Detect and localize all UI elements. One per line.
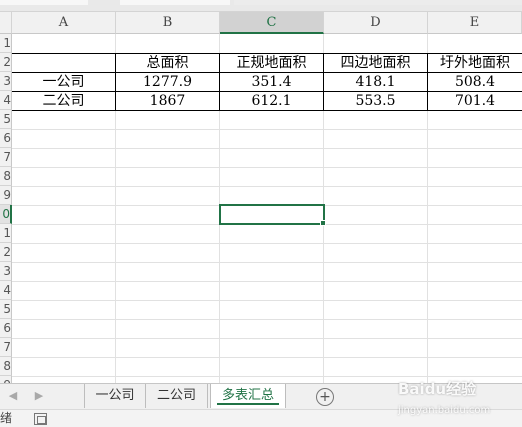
table-cell[interactable]: 一公司	[12, 73, 115, 92]
gridline	[12, 167, 522, 168]
table-header-cell[interactable]: 正规地面积	[220, 54, 323, 73]
table-header-cell[interactable]: 圩外地面积	[428, 54, 522, 73]
select-all-corner[interactable]	[0, 12, 12, 34]
row-header[interactable]: 6	[0, 129, 12, 148]
table-header-cell[interactable]: 总面积	[116, 54, 219, 73]
row-header[interactable]: 6	[0, 319, 12, 338]
row-header[interactable]: 3	[0, 262, 12, 281]
row-header[interactable]: 5	[0, 110, 12, 129]
row-header[interactable]: 8	[0, 167, 12, 186]
gridline	[12, 376, 522, 377]
row-header-selected[interactable]: 0	[0, 205, 12, 224]
active-cell-selection[interactable]	[219, 204, 325, 225]
table-cell[interactable]: 1867	[116, 92, 219, 111]
next-sheet-icon[interactable]: ▶	[32, 388, 46, 404]
gridline	[12, 148, 522, 149]
table-cell[interactable]: 1277.9	[116, 73, 219, 92]
column-header-d[interactable]: D	[324, 12, 428, 34]
sheet-tab-company-2[interactable]: 二公司	[146, 384, 208, 408]
table-cell[interactable]: 612.1	[220, 92, 323, 111]
gridline	[12, 338, 522, 339]
baidu-watermark: Baidu经验 jingyan.baidu.com	[398, 378, 490, 417]
fill-handle[interactable]	[320, 220, 326, 226]
toolbar-strip	[0, 0, 522, 12]
table-header-cell[interactable]: 四边地面积	[324, 54, 427, 73]
prev-sheet-icon[interactable]: ◀	[6, 388, 20, 404]
formula-bar-stub	[234, 0, 522, 5]
table-cell[interactable]: 701.4	[428, 92, 522, 111]
row-header[interactable]: 8	[0, 357, 12, 376]
row-header[interactable]: 3	[0, 72, 12, 91]
row-header[interactable]: 2	[0, 243, 12, 262]
gridline	[12, 357, 522, 358]
table-cell[interactable]: 508.4	[428, 73, 522, 92]
top-tab-stub	[0, 0, 88, 5]
table-header-cell[interactable]	[12, 54, 115, 73]
column-header-e[interactable]: E	[428, 12, 522, 34]
macro-record-icon[interactable]	[34, 413, 47, 425]
row-header[interactable]: 5	[0, 300, 12, 319]
gridline	[12, 243, 522, 244]
add-sheet-icon[interactable]: +	[316, 388, 334, 406]
watermark-text: Baidu经验	[398, 380, 477, 398]
row-header[interactable]: 1	[0, 224, 12, 243]
row-header[interactable]: 1	[0, 34, 12, 53]
gridline	[12, 300, 522, 301]
table-cell[interactable]: 351.4	[220, 73, 323, 92]
row-header[interactable]: 4	[0, 91, 12, 110]
gridline	[12, 281, 522, 282]
row-header[interactable]: 7	[0, 338, 12, 357]
table-cell[interactable]: 二公司	[12, 92, 115, 111]
row-header[interactable]: 9	[0, 186, 12, 205]
gridline	[12, 319, 522, 320]
row-header[interactable]: 7	[0, 148, 12, 167]
gridline	[12, 186, 522, 187]
row-header[interactable]: 4	[0, 281, 12, 300]
top-tab-stub	[120, 0, 230, 5]
column-header-a[interactable]: A	[12, 12, 116, 34]
table-cell[interactable]: 418.1	[324, 73, 427, 92]
column-header-b[interactable]: B	[116, 12, 220, 34]
column-header-c[interactable]: C	[220, 12, 324, 34]
watermark-url: jingyan.baidu.com	[398, 405, 491, 416]
gridline	[12, 129, 522, 130]
sheet-tab-summary[interactable]: 多表汇总	[210, 384, 286, 408]
status-text: 绪	[0, 411, 13, 425]
gridline	[12, 262, 522, 263]
sheet-tab-company-1[interactable]: 一公司	[84, 384, 146, 408]
table-cell[interactable]: 553.5	[324, 92, 427, 111]
row-header[interactable]: 2	[0, 53, 12, 72]
